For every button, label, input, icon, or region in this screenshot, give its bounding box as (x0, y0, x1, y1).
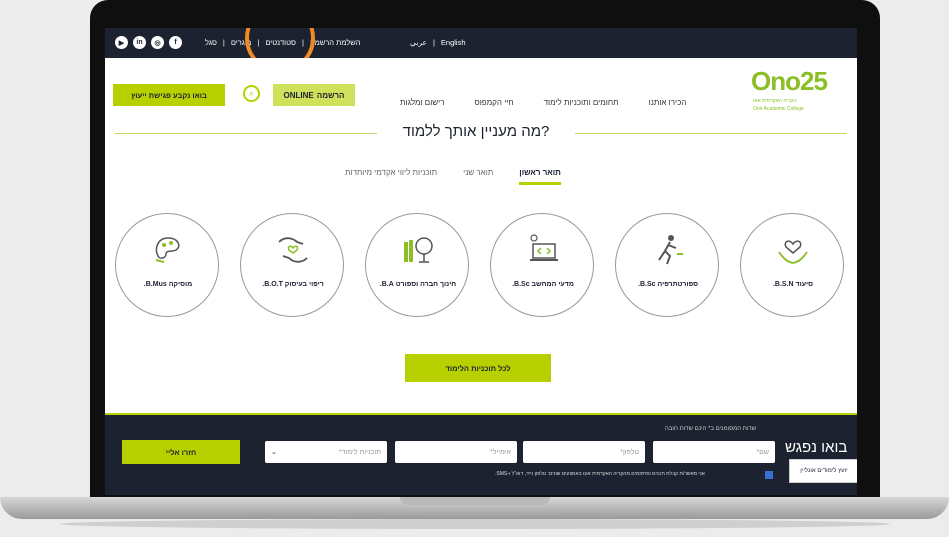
online-bold: הרשמה (316, 90, 345, 100)
required-fields-hint: שדות המסומנים ב* הינם שדות חובה (665, 426, 757, 432)
online-text: ONLINE (283, 90, 314, 100)
divider (575, 133, 847, 134)
separator: | (222, 38, 225, 47)
email-field[interactable]: אימייל* (395, 441, 517, 463)
facebook-icon[interactable]: f (169, 36, 182, 49)
ono-logo[interactable]: Ono25 הקריה האקדמית אונו Ono Academic Co… (733, 64, 853, 120)
lang-arabic[interactable]: عربي (410, 38, 427, 47)
program-label: חינוך חברה וספורט B.A. (379, 281, 457, 288)
online-registration-button[interactable]: ONLINE הרשמה (273, 84, 355, 106)
linkedin-icon[interactable]: in (133, 36, 146, 49)
form-title: בואו נפגש (785, 439, 848, 456)
nav-item-campus[interactable]: חיי הקמפוס (474, 98, 513, 107)
name-placeholder: שם* (756, 448, 769, 456)
program-card-sport-therapy[interactable]: ספורטתרפיה B.Sc. (615, 213, 719, 317)
runner-icon (658, 235, 683, 265)
program-label: מדעי המחשב B.Sc. (512, 281, 574, 288)
logo-brand: Ono25 (751, 66, 828, 96)
all-programs-button[interactable]: לכל תוכניות הלימוד (405, 354, 551, 382)
main-nav: בואו נקבע פגישת ייעוץ ⌕ ONLINE הרשמה הכי… (105, 58, 857, 120)
program-label: מוסיקה B.Mus. (143, 281, 193, 288)
books-globe-icon (404, 237, 433, 263)
laptop-notch (400, 497, 550, 505)
consent-text: אני מאשר/ת קבלת תכנים ופרסומים מהקריה הא… (495, 471, 705, 477)
nav-menu: הכירו אותנו תחומים ותוכניות לימוד חיי הק… (400, 98, 686, 107)
program-label: סיעוד B.S.N. (772, 281, 814, 288)
tab-special-programs[interactable]: תוכניות ליווי אקדמי מיוחדות (345, 168, 437, 185)
laptop-shadow (60, 519, 890, 529)
instagram-icon[interactable]: ◎ (151, 36, 164, 49)
book-meeting-button[interactable]: בואו נקבע פגישת ייעוץ (113, 84, 225, 106)
contact-form-bar: שדות המסומנים ב* הינם שדות חובה בואו נפג… (105, 413, 857, 495)
degree-tabs: תואר ראשון תואר שני תוכניות ליווי אקדמי … (345, 168, 561, 185)
divider (115, 133, 377, 134)
top-bar: ▶ in ◎ f השלמת הרשמה | סטודנטים | בוגרים… (105, 28, 857, 73)
link-staff[interactable]: סגל (205, 38, 217, 47)
program-select[interactable]: תוכניות לימוד* ⌄ (265, 441, 387, 463)
program-card-music[interactable]: מוסיקה B.Mus. (115, 213, 219, 317)
program-placeholder: תוכניות לימוד* (338, 448, 381, 456)
section-heading: מה מעניין אותך ללמוד? (105, 123, 857, 143)
separator: | (432, 38, 435, 47)
browser-screen: ▶ in ◎ f השלמת הרשמה | סטודנטים | בוגרים… (105, 28, 857, 495)
program-card-computer-science[interactable]: מדעי המחשב B.Sc. (490, 213, 594, 317)
language-switcher: عربي | English (410, 38, 466, 47)
tab-bachelor[interactable]: תואר ראשון (519, 168, 561, 185)
program-label: ספורטתרפיה B.Sc. (638, 281, 698, 288)
call-back-button[interactable]: חזרו אליי (122, 440, 240, 464)
nav-item-registration[interactable]: רישום ומלגות (400, 98, 444, 107)
program-card-occupational-therapy[interactable]: ריפוי בעיסוק B.O.T. (240, 213, 344, 317)
music-palette-icon (155, 237, 180, 263)
hands-support-icon (278, 237, 308, 263)
phone-placeholder: טלפון* (620, 448, 639, 456)
program-label: ריפוי בעיסוק B.O.T. (262, 281, 324, 288)
program-card-education-sport[interactable]: חינוך חברה וספורט B.A. (365, 213, 469, 317)
nav-item-programs[interactable]: תחומים ותוכניות לימוד (544, 98, 619, 107)
consent-checkbox[interactable] (765, 471, 773, 479)
link-complete-registration[interactable]: השלמת הרשמה (310, 38, 361, 47)
laptop-code-icon (530, 234, 558, 261)
program-circles: סיעוד B.S.N. ספורטתרפיה B.Sc. מדעי המחשב… (115, 213, 851, 323)
search-icon[interactable]: ⌕ (243, 85, 260, 102)
nav-item-about[interactable]: הכירו אותנו (649, 98, 687, 107)
name-field[interactable]: שם* (653, 441, 775, 463)
online-advisor-button[interactable]: יועץ לימודים אונליין (789, 459, 857, 483)
chevron-down-icon: ⌄ (271, 449, 277, 456)
logo-sub-he: הקריה האקדמית אונו (753, 98, 797, 104)
email-placeholder: אימייל* (490, 448, 511, 456)
social-links: ▶ in ◎ f (115, 36, 182, 49)
youtube-icon[interactable]: ▶ (115, 36, 128, 49)
lang-english[interactable]: English (441, 38, 466, 47)
logo-sub-en: Ono Academic College (753, 106, 804, 112)
hands-heart-icon (778, 240, 808, 264)
tab-master[interactable]: תואר שני (463, 168, 493, 185)
program-card-nursing[interactable]: סיעוד B.S.N. (740, 213, 844, 317)
divider (105, 413, 857, 415)
page-title: מה מעניין אותך ללמוד? (402, 123, 550, 140)
phone-field[interactable]: טלפון* (523, 441, 645, 463)
